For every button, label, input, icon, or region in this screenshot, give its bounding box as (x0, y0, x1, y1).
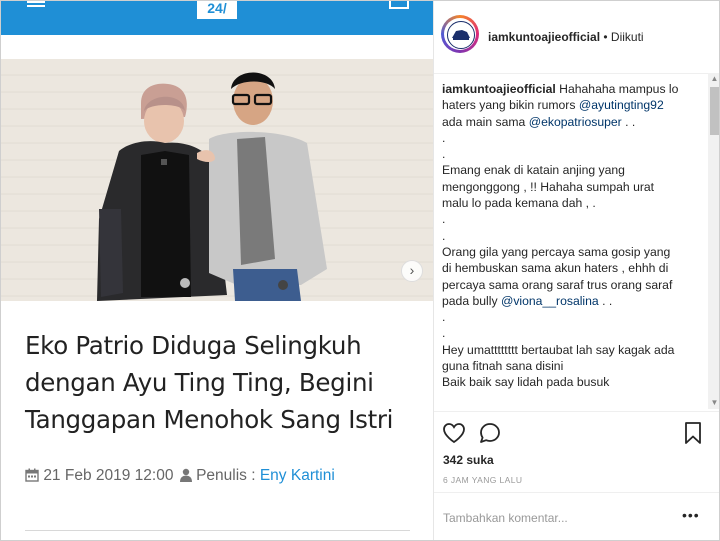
caption-line: haters yang bikin rumors @ayutingting92 (442, 97, 704, 113)
comment-bar: Tambahkan komentar... ••• (434, 492, 719, 540)
author-label: Penulis : (196, 467, 256, 484)
mention-link[interactable]: @ayutingting92 (579, 98, 664, 112)
instagram-panel: iamkuntoajieofficial • Diikuti iamkuntoa… (433, 1, 719, 540)
carousel-next-button[interactable]: › (401, 260, 423, 282)
author-name-link[interactable]: Eny Kartini (260, 467, 335, 484)
caption-line: guna fitnah sana disini (442, 358, 704, 374)
mention-link[interactable]: @viona__rosalina (501, 294, 599, 308)
caption-scrollbar[interactable]: ▲ ▼ (708, 73, 719, 409)
caption-line: . (442, 146, 704, 162)
caption-line: pada bully @viona__rosalina . . (442, 293, 704, 309)
post-timestamp[interactable]: 6 JAM YANG LALU (443, 475, 522, 485)
bookmark-icon[interactable] (683, 421, 703, 445)
share-icon[interactable] (389, 1, 409, 9)
scroll-thumb[interactable] (710, 87, 719, 135)
comment-input[interactable]: Tambahkan komentar... (443, 511, 568, 525)
post-author: iamkuntoajieofficial • Diikuti (488, 30, 644, 44)
caption-line: ada main sama @ekopatriosuper . . (442, 114, 704, 130)
caption-line: Baik baik say lidah pada busuk (442, 374, 704, 390)
post-header: iamkuntoajieofficial • Diikuti (434, 1, 719, 74)
caption-line: . (442, 228, 704, 244)
caption-line: . (442, 309, 704, 325)
caption-text: ada main sama (442, 114, 529, 129)
caption-text: . (442, 130, 446, 145)
caption-line: . (442, 130, 704, 146)
caption-text: . (442, 147, 446, 162)
avatar[interactable] (441, 15, 479, 53)
calendar-icon (25, 468, 39, 482)
caption-text: pada bully (442, 293, 501, 308)
hamburger-menu-icon[interactable] (27, 1, 45, 7)
article-meta: 21 Feb 2019 12:00 Penulis : Eny Kartini (25, 467, 335, 485)
article-photo: › (1, 59, 433, 301)
caption-line: malu lo pada kemana dah , . (442, 195, 704, 211)
like-count[interactable]: 342 suka (443, 453, 494, 467)
user-icon (179, 468, 192, 482)
caption-text: . (442, 310, 446, 325)
caption-line: Orang gila yang percaya sama gosip yang (442, 244, 704, 260)
scroll-up-icon[interactable]: ▲ (708, 73, 719, 85)
follow-status[interactable]: • Diikuti (603, 30, 643, 44)
caption-line: Hey umatttttttt bertaubat lah say kagak … (442, 342, 704, 358)
caption-line: . (442, 211, 704, 227)
caption-text: Emang enak di katain anjing yang (442, 163, 625, 178)
divider (25, 530, 410, 531)
caption-line: . (442, 325, 704, 341)
post-actions (434, 411, 719, 452)
caption-line: iamkuntoajieofficial Hahahaha mampus lo (442, 81, 704, 97)
post-caption: iamkuntoajieofficial Hahahaha mampus lo h… (442, 81, 704, 403)
caption-text: . . (598, 293, 613, 308)
caption-text: haters yang bikin rumors (442, 98, 579, 113)
article-panel: 24/ › Eko Patrio Diduga Selingkuh dengan… (1, 1, 433, 540)
caption-line: Emang enak di katain anjing yang (442, 162, 704, 178)
caption-text: . (442, 212, 446, 227)
caption-text: malu lo pada kemana dah , . (442, 196, 596, 211)
couple-illustration (97, 72, 327, 301)
caption-text: Orang gila yang percaya sama gosip yang (442, 244, 671, 259)
site-logo[interactable]: 24/ (197, 1, 237, 19)
profile-logo-icon (452, 30, 470, 40)
caption-text: . (442, 228, 446, 243)
mention-link[interactable]: @ekopatriosuper (529, 115, 622, 129)
caption-text: percaya sama orang saraf trus orang sara… (442, 277, 673, 292)
caption-text: guna fitnah sana disini (442, 359, 564, 374)
more-options-icon[interactable]: ••• (682, 507, 700, 523)
caption-text: . . (621, 114, 636, 129)
caption-text: Hey umatttttttt bertaubat lah say kagak … (442, 342, 675, 357)
site-header: 24/ (1, 1, 433, 35)
caption-text: di hembuskan sama akun haters , ehhh di (442, 261, 669, 276)
comment-icon[interactable] (478, 421, 502, 445)
caption-text: Hahahaha mampus lo (555, 82, 679, 96)
caption-text: Baik baik say lidah pada busuk (442, 375, 610, 390)
username-link[interactable]: iamkuntoajieofficial (488, 30, 600, 44)
caption-line: di hembuskan sama akun haters , ehhh di (442, 260, 704, 276)
caption-text: mengonggong , !! Hahaha sumpah urat (442, 179, 655, 194)
article-headline[interactable]: Eko Patrio Diduga Selingkuh dengan Ayu T… (25, 327, 420, 438)
caption-line: percaya sama orang saraf trus orang sara… (442, 277, 704, 293)
caption-line: mengonggong , !! Hahaha sumpah urat (442, 179, 704, 195)
caption-text: . (442, 326, 446, 341)
scroll-down-icon[interactable]: ▼ (708, 397, 719, 409)
heart-icon[interactable] (442, 422, 466, 444)
article-date: 21 Feb 2019 12:00 (43, 467, 174, 484)
caption-username-link[interactable]: iamkuntoajieofficial (442, 82, 556, 96)
screenshot-frame: 24/ › Eko Patrio Diduga Selingkuh dengan… (0, 0, 720, 541)
